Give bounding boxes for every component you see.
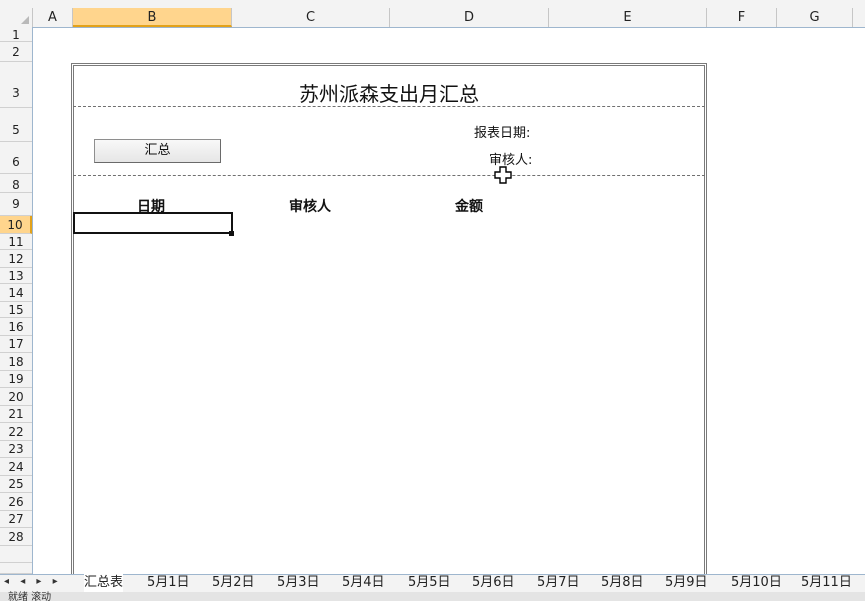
report-title: 苏州派森支出月汇总 bbox=[299, 82, 479, 106]
row-header[interactable]: 16 bbox=[0, 318, 32, 336]
select-all-corner[interactable] bbox=[0, 8, 33, 27]
row-header[interactable]: 25 bbox=[0, 476, 32, 493]
row-header[interactable]: 1 bbox=[0, 28, 32, 42]
column-header-d[interactable]: D bbox=[390, 8, 549, 27]
sheet-tab[interactable]: 5月4日 bbox=[342, 574, 385, 592]
row-header[interactable]: 28 bbox=[0, 528, 32, 546]
row-header[interactable]: 2 bbox=[0, 42, 32, 62]
column-header-a[interactable]: A bbox=[33, 8, 73, 27]
fill-handle[interactable] bbox=[229, 231, 234, 236]
divider-line bbox=[73, 175, 705, 176]
row-header[interactable]: 11 bbox=[0, 234, 32, 250]
row-header[interactable]: 17 bbox=[0, 336, 32, 353]
row-header[interactable]: 23 bbox=[0, 441, 32, 458]
sheet-navigation-arrows[interactable]: ◂ ◂ ▸ ▸ bbox=[4, 576, 62, 587]
row-header[interactable]: 6 bbox=[0, 142, 32, 174]
sheet-tab[interactable]: 5月1日 bbox=[147, 574, 190, 592]
row-header[interactable]: 22 bbox=[0, 423, 32, 441]
row-header[interactable]: 8 bbox=[0, 177, 32, 193]
summary-button[interactable]: 汇总 bbox=[94, 139, 221, 163]
row-header[interactable]: 14 bbox=[0, 284, 32, 302]
row-header[interactable] bbox=[0, 546, 32, 563]
row-header[interactable]: 13 bbox=[0, 268, 32, 284]
sheet-tab[interactable]: 5月6日 bbox=[472, 574, 515, 592]
row-header[interactable]: 12 bbox=[0, 250, 32, 268]
row-header[interactable]: 27 bbox=[0, 511, 32, 528]
sheet-tab[interactable]: 5月3日 bbox=[277, 574, 320, 592]
row-header[interactable]: 9 bbox=[0, 193, 32, 216]
column-header-b[interactable]: B bbox=[73, 8, 232, 27]
column-header-h[interactable] bbox=[853, 8, 865, 27]
column-header-c[interactable]: C bbox=[232, 8, 390, 27]
sheet-tab[interactable]: 5月11日 bbox=[801, 574, 852, 592]
row-header[interactable]: 20 bbox=[0, 388, 32, 406]
row-header[interactable]: 3 bbox=[0, 62, 32, 108]
sheet-tab[interactable]: 5月10日 bbox=[731, 574, 782, 592]
report-date-label: 报表日期: bbox=[474, 126, 531, 141]
row-header-active[interactable]: 10 bbox=[0, 216, 32, 234]
row-header[interactable]: 24 bbox=[0, 458, 32, 476]
table-header-reviewer: 审核人 bbox=[289, 199, 331, 215]
sheet-tab[interactable]: 5月5日 bbox=[408, 574, 451, 592]
sheet-tab[interactable]: 5月2日 bbox=[212, 574, 255, 592]
status-bar bbox=[0, 592, 865, 601]
row-header[interactable]: 21 bbox=[0, 406, 32, 423]
row-header[interactable] bbox=[0, 563, 32, 574]
row-header[interactable]: 19 bbox=[0, 371, 32, 388]
column-header-g[interactable]: G bbox=[777, 8, 853, 27]
row-header[interactable]: 18 bbox=[0, 353, 32, 371]
divider-line bbox=[73, 106, 705, 107]
table-header-amount: 金额 bbox=[455, 199, 483, 215]
column-header-f[interactable]: F bbox=[707, 8, 777, 27]
row-header[interactable]: 5 bbox=[0, 110, 32, 142]
active-cell-selection[interactable] bbox=[73, 212, 233, 234]
sheet-tab-summary[interactable]: 汇总表 bbox=[84, 574, 124, 594]
row-header[interactable]: 15 bbox=[0, 302, 32, 318]
sheet-tab[interactable]: 5月8日 bbox=[601, 574, 644, 592]
sheet-tab[interactable]: 5月7日 bbox=[537, 574, 580, 592]
cross-cursor-icon bbox=[494, 166, 512, 184]
row-header[interactable]: 26 bbox=[0, 493, 32, 511]
column-header-e[interactable]: E bbox=[549, 8, 707, 27]
sheet-tab[interactable]: 5月9日 bbox=[665, 574, 708, 592]
